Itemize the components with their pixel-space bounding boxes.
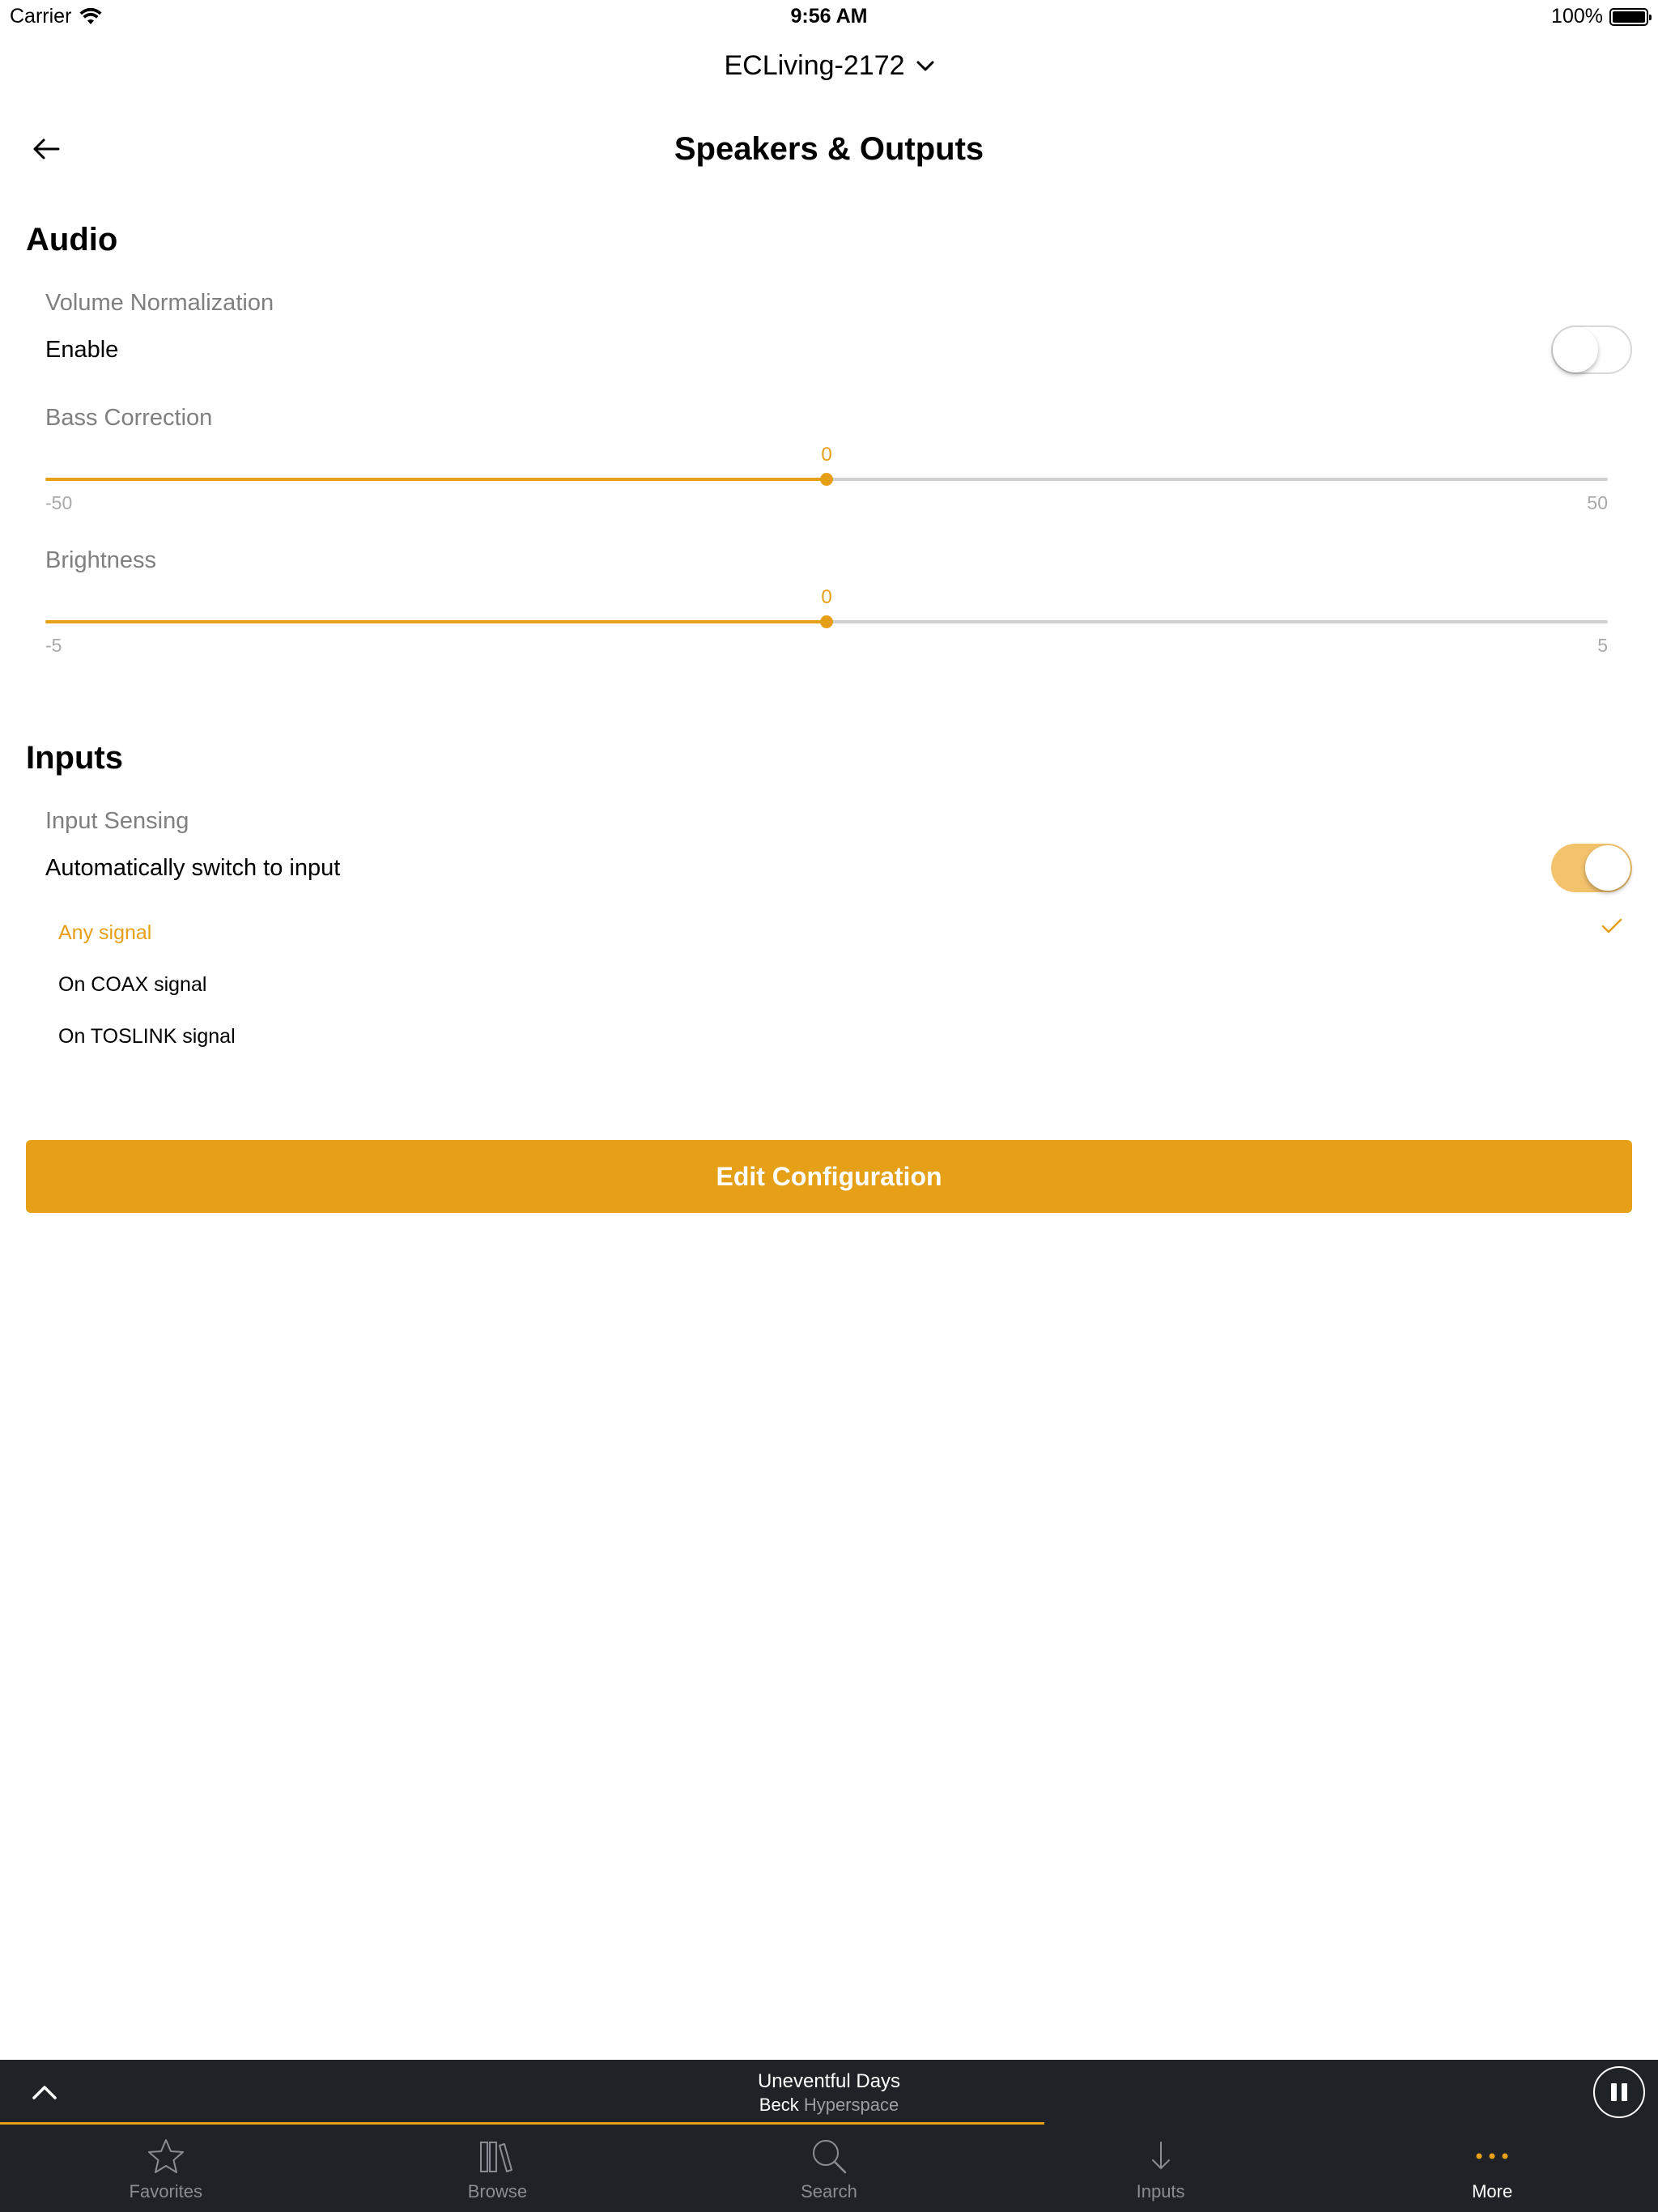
battery-fill bbox=[1613, 11, 1645, 23]
input-sensing-label: Input Sensing bbox=[45, 808, 189, 834]
battery-percent: 100% bbox=[1551, 5, 1603, 28]
chevron-down-icon bbox=[916, 61, 934, 70]
slider-fill bbox=[45, 478, 827, 481]
search-icon bbox=[812, 2140, 847, 2174]
option-coax-signal[interactable]: On COAX signal bbox=[58, 973, 206, 997]
star-icon bbox=[147, 2139, 184, 2173]
more-icon bbox=[1476, 2153, 1508, 2159]
tab-favorites[interactable]: Favorites bbox=[0, 2125, 332, 2212]
pause-icon bbox=[1611, 2083, 1617, 2101]
toggle-knob bbox=[1553, 327, 1598, 372]
slider-max-label: 50 bbox=[1587, 492, 1608, 513]
checkmark-icon bbox=[1601, 918, 1622, 934]
track-album: Hyperspace bbox=[803, 2095, 899, 2115]
tab-label: Favorites bbox=[129, 2181, 203, 2201]
status-bar: Carrier 9:56 AM 100% bbox=[0, 0, 1658, 32]
slider-track bbox=[45, 615, 1608, 628]
edit-configuration-button[interactable]: Edit Configuration bbox=[26, 1140, 1632, 1213]
inputs-section-title: Inputs bbox=[26, 740, 123, 776]
slider-thumb[interactable] bbox=[820, 473, 833, 486]
track-title: Uneventful Days bbox=[757, 2070, 901, 2092]
slider-min-label: -50 bbox=[45, 492, 73, 513]
auto-switch-label: Automatically switch to input bbox=[45, 855, 341, 881]
option-toslink-signal[interactable]: On TOSLINK signal bbox=[58, 1025, 236, 1049]
volume-normalization-toggle[interactable] bbox=[1551, 325, 1632, 374]
slider-value: 0 bbox=[821, 444, 832, 466]
track-artist: Beck bbox=[759, 2095, 799, 2115]
bass-correction-label: Bass Correction bbox=[45, 405, 213, 431]
tab-label: More bbox=[1472, 2181, 1513, 2201]
bass-correction-slider[interactable]: 0 -50 50 bbox=[45, 444, 1608, 513]
enable-label: Enable bbox=[45, 337, 119, 363]
tab-browse[interactable]: Browse bbox=[332, 2125, 664, 2212]
page-title: Speakers & Outputs bbox=[674, 131, 984, 167]
battery-icon bbox=[1609, 7, 1652, 26]
tab-inputs[interactable]: Inputs bbox=[995, 2125, 1327, 2212]
library-icon bbox=[480, 2142, 513, 2172]
tab-label: Browse bbox=[467, 2181, 528, 2201]
slider-track bbox=[45, 473, 1608, 486]
tab-more[interactable]: More bbox=[1326, 2125, 1658, 2212]
pause-button[interactable] bbox=[1593, 2066, 1645, 2118]
brightness-slider[interactable]: 0 -5 5 bbox=[45, 586, 1608, 656]
device-selector[interactable]: ECLiving-2172 bbox=[0, 50, 1658, 82]
now-playing-info[interactable]: Uneventful Days Beck Hyperspace bbox=[0, 2069, 1658, 2116]
audio-section-title: Audio bbox=[26, 222, 118, 257]
volume-normalization-label: Volume Normalization bbox=[45, 290, 274, 316]
arrow-down-icon bbox=[1151, 2142, 1170, 2169]
slider-thumb[interactable] bbox=[820, 615, 833, 628]
pause-icon bbox=[1622, 2083, 1627, 2101]
now-playing-bar[interactable]: Uneventful Days Beck Hyperspace bbox=[0, 2060, 1658, 2125]
device-name: ECLiving-2172 bbox=[724, 50, 905, 81]
slider-fill bbox=[45, 620, 827, 623]
brightness-label: Brightness bbox=[45, 547, 157, 573]
slider-value: 0 bbox=[821, 586, 832, 608]
toggle-knob bbox=[1585, 845, 1630, 891]
slider-max-label: 5 bbox=[1597, 635, 1608, 656]
option-any-signal[interactable]: Any signal bbox=[58, 921, 151, 945]
tab-search[interactable]: Search bbox=[663, 2125, 995, 2212]
tab-label: Search bbox=[801, 2181, 857, 2201]
input-sensing-toggle[interactable] bbox=[1551, 844, 1632, 892]
tab-bar: Favorites Browse Search Inputs More bbox=[0, 2125, 1658, 2212]
slider-min-label: -5 bbox=[45, 635, 62, 656]
tab-label: Inputs bbox=[1136, 2181, 1185, 2201]
battery-info: 100% bbox=[1551, 5, 1652, 28]
status-time: 9:56 AM bbox=[790, 5, 868, 28]
